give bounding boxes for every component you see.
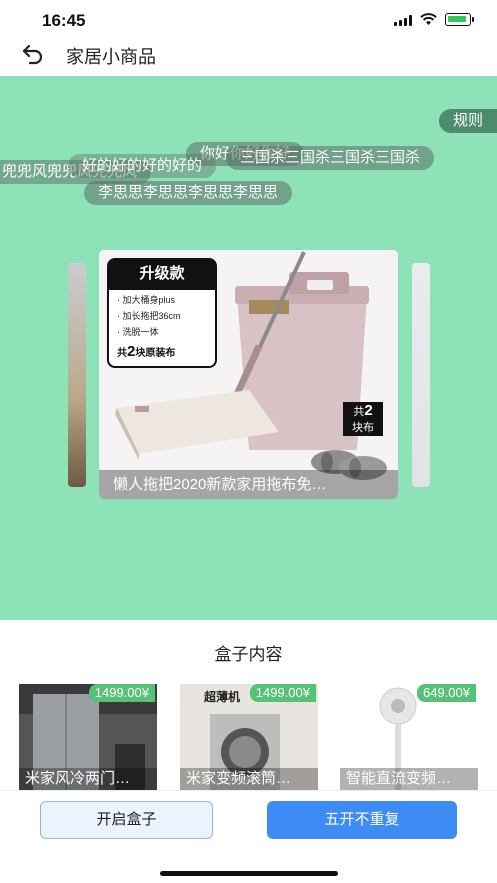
danmu-item: 李思思李思思李思思李思思 bbox=[84, 181, 293, 205]
five-open-button[interactable]: 五开不重复 bbox=[267, 801, 457, 839]
item-price: 1499.00¥ bbox=[249, 684, 316, 702]
item-name: 米家风冷两门… bbox=[19, 768, 157, 790]
item-name: 米家变频滚筒… bbox=[180, 768, 318, 790]
badge-footer: 共2块原装布 bbox=[117, 343, 176, 360]
danmu-item: 好的好的好的好的 bbox=[68, 154, 217, 178]
content-item[interactable]: 1499.00¥ 米家风冷两门… bbox=[19, 684, 157, 790]
badge-feature: · 加长拖把36cm bbox=[117, 311, 181, 321]
open-box-button[interactable]: 开启盒子 bbox=[40, 801, 213, 839]
status-time: 16:45 bbox=[42, 11, 86, 30]
signal-icon bbox=[394, 14, 412, 26]
action-bar: 开启盒子 五开不重复 bbox=[0, 790, 497, 883]
item-price: 649.00¥ bbox=[417, 684, 476, 702]
status-bar: 16:45 bbox=[0, 0, 497, 40]
page-title: 家居小商品 bbox=[66, 47, 156, 67]
rules-button[interactable]: 规则 bbox=[438, 109, 497, 133]
box-contents-title: 盒子内容 bbox=[214, 645, 283, 664]
wifi-icon bbox=[420, 13, 437, 25]
product-card[interactable]: 升级款 · 加大桶身plus · 加长拖把36cm · 洗脱一体 共2块原装布 … bbox=[99, 250, 398, 499]
badge-title: 升级款 bbox=[109, 260, 215, 290]
prev-product-card[interactable] bbox=[68, 263, 86, 487]
home-indicator bbox=[160, 871, 338, 876]
item-name: 智能直流变频… bbox=[340, 768, 478, 790]
content-item[interactable]: 超薄机 1499.00¥ 米家变频滚筒… bbox=[180, 684, 318, 790]
badge-feature: · 洗脱一体 bbox=[117, 327, 159, 337]
battery-icon bbox=[445, 13, 474, 26]
upgrade-badge: 升级款 · 加大桶身plus · 加长拖把36cm · 洗脱一体 共2块原装布 bbox=[107, 258, 217, 368]
danmu-item: 三国杀三国杀三国杀三国杀 bbox=[226, 146, 435, 170]
next-product-card[interactable] bbox=[412, 263, 430, 487]
back-icon[interactable] bbox=[20, 42, 46, 66]
product-caption: 懒人拖把2020新款家用拖布免… bbox=[99, 470, 398, 499]
nav-bar: 家居小商品 bbox=[0, 40, 497, 76]
content-item[interactable]: 649.00¥ 智能直流变频… bbox=[340, 684, 478, 790]
blind-box-stage: 规则 你好你好你好 兜兜风兜兜风兜兜风 三国杀三国杀三国杀三国杀 好的好的好的好… bbox=[0, 76, 497, 620]
item-label: 超薄机 bbox=[204, 690, 241, 704]
badge-feature: · 加大桶身plus bbox=[117, 295, 176, 305]
status-icons bbox=[394, 13, 474, 26]
cloth-count-tag: 共2 块布 bbox=[343, 402, 383, 436]
item-price: 1499.00¥ bbox=[88, 684, 155, 702]
